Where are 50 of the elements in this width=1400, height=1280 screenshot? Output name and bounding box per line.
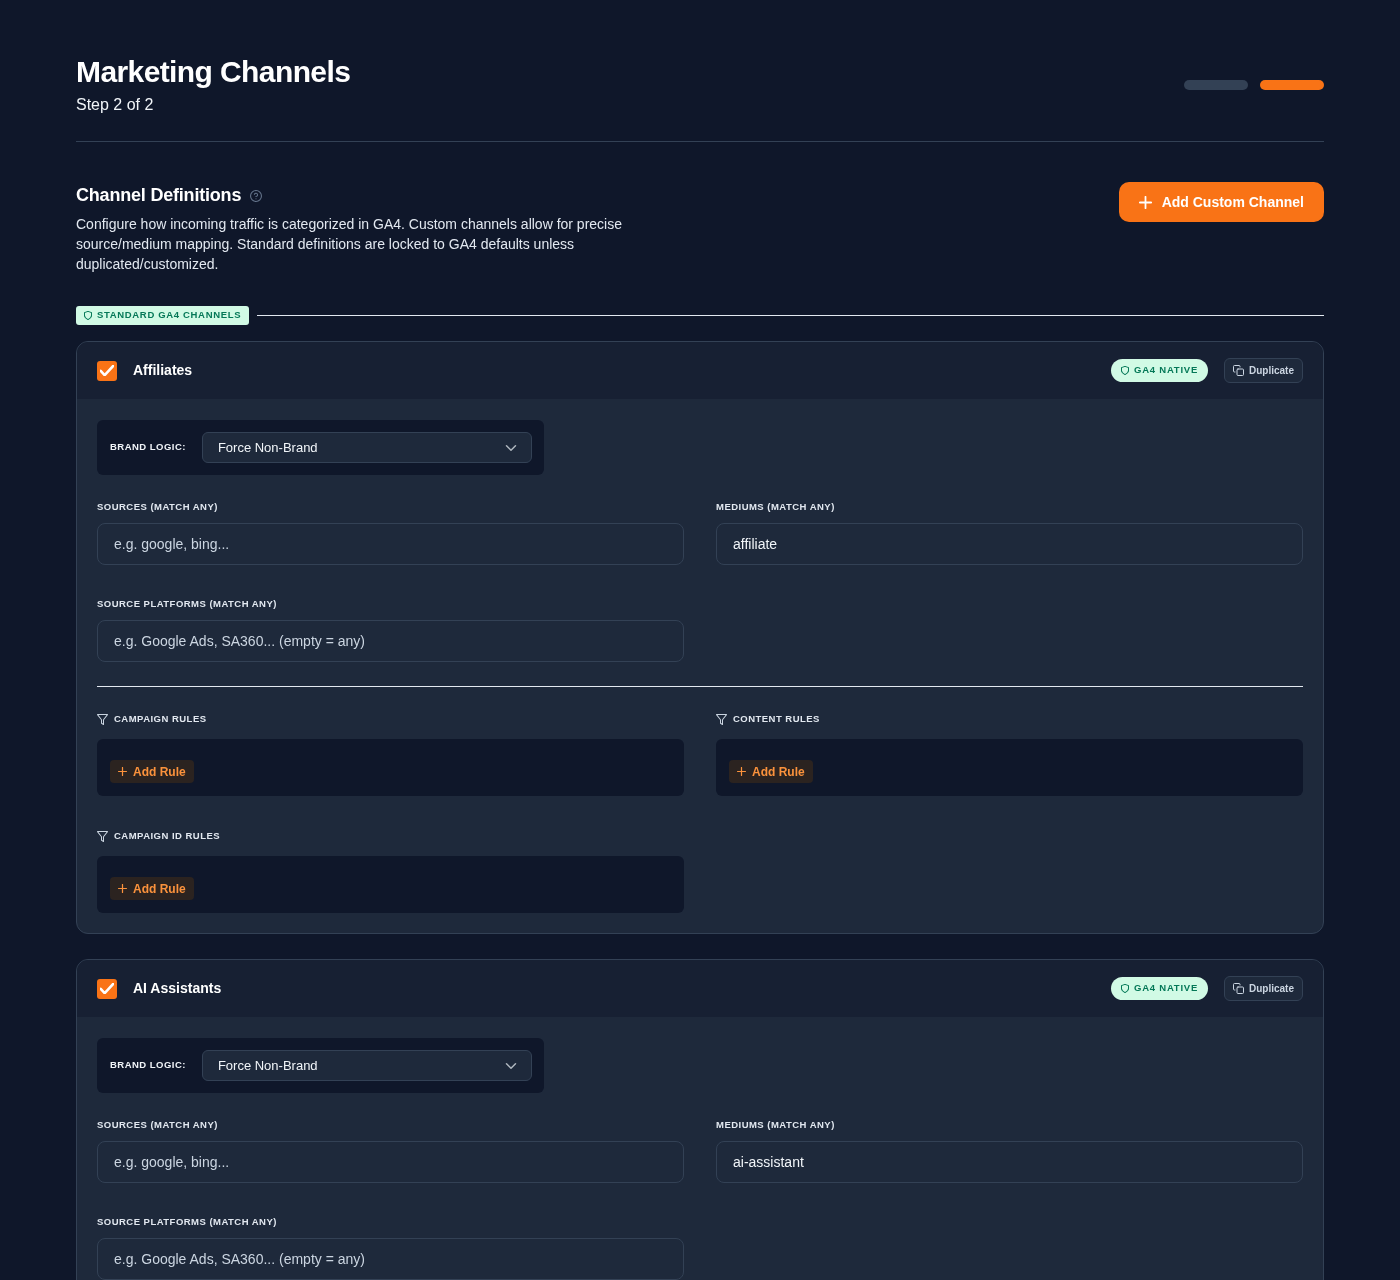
- field-label: SOURCE PLATFORMS (MATCH ANY): [97, 1215, 278, 1229]
- filter-icon: [716, 713, 727, 725]
- text-field[interactable]: e.g. google, bing...: [97, 1141, 684, 1183]
- field-label: MEDIUMS (MATCH ANY): [716, 500, 836, 514]
- plus-icon: [118, 767, 127, 777]
- text-field[interactable]: affiliate: [716, 523, 1303, 565]
- shield-icon: [84, 311, 92, 320]
- channel-name: AI Assistants: [133, 979, 222, 998]
- page-title: Marketing Channels: [76, 54, 351, 90]
- rule-label: CAMPAIGN RULES: [114, 711, 207, 726]
- brand-logic-label: BRAND LOGIC:: [110, 440, 186, 455]
- shield-icon: [1121, 366, 1130, 375]
- rule-label: CAMPAIGN ID RULES: [114, 828, 221, 843]
- section-title: Channel Definitions: [76, 184, 242, 207]
- checkbox[interactable]: [97, 978, 117, 999]
- group-badge-text: STANDARD GA4 CHANNELS: [97, 308, 242, 323]
- text-field[interactable]: ai-assistant: [716, 1141, 1303, 1183]
- check-icon: [100, 365, 114, 376]
- filter-icon: [97, 713, 108, 725]
- plus-icon: [737, 767, 746, 777]
- section-description: Configure how incoming traffic is categorized in GA4. Custom channels allow for precise source/medium mapping. Standard definitions are locked to GA4 defaults unless duplicated/customized.: [76, 215, 623, 274]
- channel-name: Affiliates: [133, 361, 193, 380]
- shield-icon: [1121, 984, 1130, 993]
- step-counter: Step 2 of 2: [76, 95, 155, 115]
- duplicate-button[interactable]: Duplicate: [1224, 358, 1303, 383]
- field-label: SOURCES (MATCH ANY): [97, 500, 219, 514]
- copy-icon: [1233, 983, 1244, 994]
- field-label: SOURCES (MATCH ANY): [97, 1118, 219, 1132]
- field-label: MEDIUMS (MATCH ANY): [716, 1118, 836, 1132]
- brand-logic-select[interactable]: Force Non-Brand: [201, 1050, 532, 1081]
- add-rule-button[interactable]: Add Rule: [110, 760, 194, 784]
- help-icon: [250, 190, 263, 202]
- text-field[interactable]: e.g. Google Ads, SA360... (empty = any): [97, 620, 684, 662]
- text-field[interactable]: e.g. google, bing...: [97, 523, 684, 565]
- copy-icon: [1233, 365, 1244, 376]
- text-field[interactable]: e.g. Google Ads, SA360... (empty = any): [97, 1238, 684, 1280]
- plus-icon: [1138, 195, 1152, 209]
- checkbox[interactable]: [97, 360, 117, 381]
- add-rule-button[interactable]: Add Rule: [110, 877, 194, 901]
- native-badge-text: GA4 NATIVE: [1134, 981, 1198, 996]
- rule-label: CONTENT RULES: [733, 711, 820, 726]
- brand-logic-label: BRAND LOGIC:: [110, 1058, 186, 1073]
- brand-logic-select[interactable]: Force Non-Brand: [201, 432, 532, 463]
- field-label: SOURCE PLATFORMS (MATCH ANY): [97, 597, 278, 611]
- native-badge-text: GA4 NATIVE: [1134, 363, 1198, 378]
- plus-icon: [118, 884, 127, 894]
- filter-icon: [97, 830, 108, 842]
- duplicate-button[interactable]: Duplicate: [1224, 976, 1303, 1001]
- check-icon: [100, 983, 114, 994]
- add-rule-button[interactable]: Add Rule: [729, 760, 813, 784]
